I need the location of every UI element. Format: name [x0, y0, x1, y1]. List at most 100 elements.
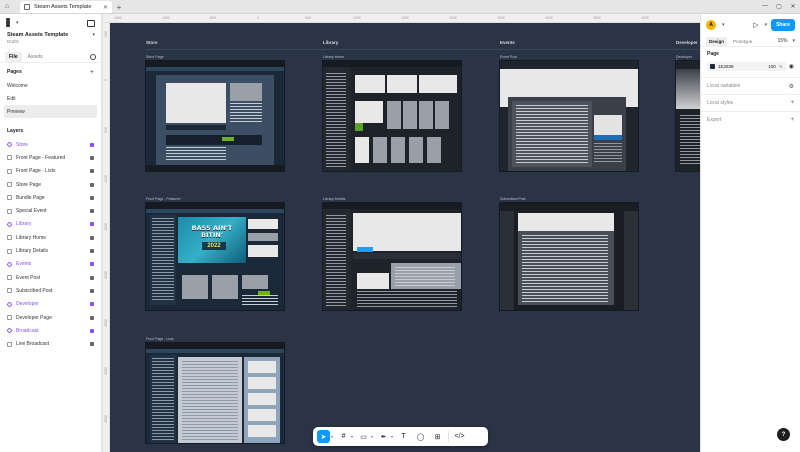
home-icon[interactable]: ⌂: [0, 0, 14, 13]
tab-file[interactable]: File: [5, 52, 22, 62]
frame-subscribed-post[interactable]: [500, 203, 638, 310]
frame-label-event-post[interactable]: Event Post: [500, 55, 517, 59]
pen-tool-chevron-icon[interactable]: ▾: [391, 434, 393, 439]
frame-label-library-home[interactable]: Library Home: [323, 55, 344, 59]
help-button[interactable]: ?: [777, 428, 790, 441]
page-item-edit[interactable]: Edit: [0, 92, 101, 105]
frame-label-front-page-lists[interactable]: Front Page - Lists: [146, 337, 174, 341]
section-label-library[interactable]: Library: [323, 40, 338, 45]
frame-library-home[interactable]: [323, 61, 461, 171]
visibility-eye-icon[interactable]: ◉: [789, 63, 794, 70]
local-variables-label[interactable]: Local variables: [707, 83, 740, 89]
frame-library-details[interactable]: [323, 203, 461, 310]
layer-item[interactable]: Library Details: [0, 244, 101, 257]
rectangle-tool-icon[interactable]: ▭: [357, 430, 370, 443]
layer-item[interactable]: Special Event: [0, 204, 101, 217]
lock-icon[interactable]: [90, 195, 94, 200]
lock-icon[interactable]: [90, 142, 94, 147]
main-menu-logo-icon[interactable]: [6, 18, 14, 28]
project-name[interactable]: Steam Assets Template: [0, 32, 75, 38]
lock-icon[interactable]: [90, 249, 94, 254]
dev-mode-icon[interactable]: </>: [453, 430, 466, 443]
avatar-chevron-icon[interactable]: ▾: [722, 22, 725, 28]
add-export-icon[interactable]: +: [790, 117, 794, 123]
frame-label-front-page-featured[interactable]: Front Page - Featured: [146, 197, 180, 201]
section-label-store[interactable]: Store: [146, 40, 158, 45]
lock-icon[interactable]: [90, 275, 94, 280]
pen-tool-icon[interactable]: ✒: [377, 430, 390, 443]
frame-front-page-lists[interactable]: [146, 343, 284, 443]
layer-item[interactable]: Store Page: [0, 178, 101, 191]
window-close-icon[interactable]: ✕: [786, 3, 800, 10]
local-variables-icon[interactable]: ⚙: [789, 83, 794, 90]
close-tab-icon[interactable]: ✕: [103, 4, 108, 11]
lock-icon[interactable]: [90, 315, 94, 320]
file-tab[interactable]: Steam Assets Template ✕: [20, 1, 112, 13]
frame-label-library-details[interactable]: Library Details: [323, 197, 345, 201]
tab-design[interactable]: Design: [706, 36, 728, 46]
frame-label-subscribed-post[interactable]: Subscribed Post: [500, 197, 526, 201]
layer-item[interactable]: Broadcast: [0, 324, 101, 337]
frame-label-store-page[interactable]: Store Page: [146, 55, 164, 59]
layer-item[interactable]: Front Page - Lists: [0, 165, 101, 178]
lock-icon[interactable]: [90, 302, 94, 307]
new-tab-icon[interactable]: +: [112, 1, 126, 13]
frame-tool-icon[interactable]: #: [337, 430, 350, 443]
lock-icon[interactable]: [90, 182, 94, 187]
layer-item[interactable]: Front Page - Featured: [0, 151, 101, 164]
layer-item[interactable]: Bundle Page: [0, 191, 101, 204]
layer-item[interactable]: Event Post: [0, 271, 101, 284]
layer-item[interactable]: Library: [0, 218, 101, 231]
layer-item[interactable]: Store: [0, 138, 101, 151]
lock-icon[interactable]: [90, 209, 94, 214]
share-button[interactable]: Share: [771, 19, 795, 31]
avatar[interactable]: A: [706, 20, 716, 30]
lock-icon[interactable]: [90, 222, 94, 227]
frame-event-post[interactable]: [500, 61, 638, 171]
lock-icon[interactable]: [90, 288, 94, 293]
comment-tool-icon[interactable]: ◯: [414, 430, 427, 443]
frame-store-page[interactable]: [146, 61, 284, 171]
page-color-hex[interactable]: 1E2838: [718, 64, 734, 69]
move-tool-chevron-icon[interactable]: ▾: [331, 434, 333, 439]
lock-icon[interactable]: [90, 155, 94, 160]
shape-tool-chevron-icon[interactable]: ▾: [371, 434, 373, 439]
page-color-field[interactable]: 1E2838 100 %: [707, 61, 786, 71]
page-item-preview[interactable]: Preview: [4, 105, 97, 118]
canvas[interactable]: -1500 -1000 -500 0 500 1000 1500 2000 2500 3000 35…: [103, 14, 700, 452]
layer-item[interactable]: Developer Page: [0, 311, 101, 324]
project-chevron-icon[interactable]: ▾: [92, 32, 95, 38]
lock-icon[interactable]: [90, 235, 94, 240]
text-tool-icon[interactable]: T: [397, 430, 410, 443]
sidebar-toggle-icon[interactable]: [87, 19, 95, 27]
layer-item[interactable]: Library Home: [0, 231, 101, 244]
move-tool-icon[interactable]: ➤: [317, 430, 330, 443]
actions-icon[interactable]: ⊞: [431, 430, 444, 443]
maximize-icon[interactable]: ▢: [772, 3, 786, 10]
page-item-welcome[interactable]: Welcome: [0, 79, 101, 92]
lock-icon[interactable]: [90, 342, 94, 347]
layer-item[interactable]: Subscribed Post: [0, 284, 101, 297]
section-label-events[interactable]: Events: [500, 40, 515, 45]
lock-icon[interactable]: [90, 169, 94, 174]
frame-front-page-featured[interactable]: BASS AIN'T BITIN' 2022: [146, 203, 284, 310]
tab-assets[interactable]: Assets: [24, 52, 47, 62]
minimize-icon[interactable]: —: [758, 3, 772, 9]
zoom-level[interactable]: 15%: [777, 38, 787, 44]
add-page-icon[interactable]: +: [90, 69, 94, 76]
tab-prototype[interactable]: Prototype: [730, 37, 755, 46]
page-color-swatch[interactable]: [710, 63, 715, 69]
frame-tool-chevron-icon[interactable]: ▾: [351, 434, 353, 439]
layer-item[interactable]: Live Broadcast: [0, 337, 101, 350]
lock-icon[interactable]: [90, 328, 94, 333]
layer-item[interactable]: Events: [0, 258, 101, 271]
present-chevron-icon[interactable]: ▾: [765, 22, 768, 28]
zoom-chevron-icon[interactable]: ▾: [792, 38, 795, 44]
present-play-icon[interactable]: ▷: [753, 21, 758, 29]
page-opacity[interactable]: 100: [768, 64, 776, 69]
frame-developer-page[interactable]: [676, 61, 700, 171]
section-label-developer[interactable]: Developer: [676, 40, 698, 45]
search-icon[interactable]: [90, 54, 96, 60]
lock-icon[interactable]: [90, 262, 94, 267]
chevron-down-icon[interactable]: ▾: [16, 20, 19, 26]
